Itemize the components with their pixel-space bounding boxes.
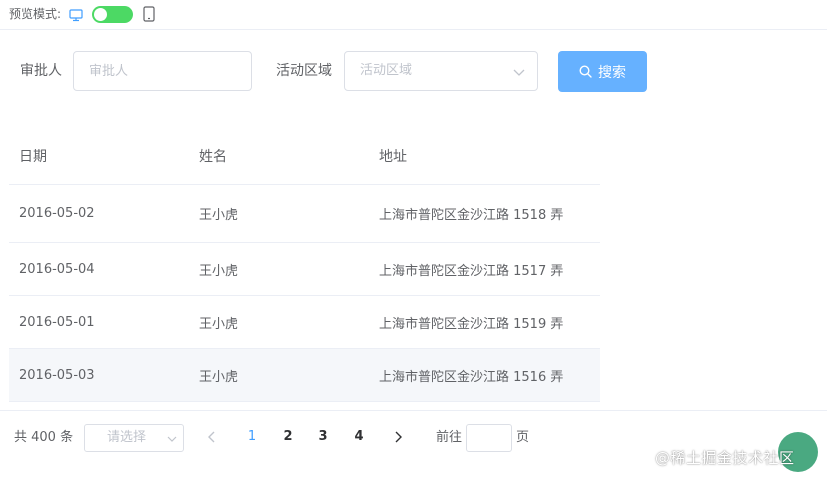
cell-address: 上海市普陀区金沙江路 1519 弄 xyxy=(379,295,600,349)
watermark: @稀土掘金技术社区 xyxy=(655,449,795,467)
page-number-4[interactable]: 4 xyxy=(349,428,369,446)
cell-address: 上海市普陀区金沙江路 1517 弄 xyxy=(379,242,600,296)
region-select-placeholder: 活动区域 xyxy=(360,63,413,78)
cell-date: 2016-05-04 xyxy=(9,242,199,296)
column-header-address: 地址 xyxy=(379,127,600,185)
table-row[interactable]: 2016-05-03 王小虎 上海市普陀区金沙江路 1516 弄 xyxy=(9,348,600,402)
data-table: 日期 姓名 地址 2016-05-02 王小虎 上海市普陀区金沙江路 1518 … xyxy=(9,127,600,402)
search-icon xyxy=(579,65,592,78)
goto-label: 前往 xyxy=(436,430,463,445)
approver-input[interactable] xyxy=(73,51,252,91)
desktop-icon[interactable] xyxy=(69,8,83,22)
page-number-1[interactable]: 1 xyxy=(242,428,262,446)
cell-address: 上海市普陀区金沙江路 1518 弄 xyxy=(379,184,600,243)
table-header-row: 日期 姓名 地址 xyxy=(9,127,600,185)
cell-name: 王小虎 xyxy=(199,348,379,402)
page-suffix-label: 页 xyxy=(516,430,530,445)
cell-name: 王小虎 xyxy=(199,242,379,296)
cell-name: 王小虎 xyxy=(199,184,379,243)
approver-label: 审批人 xyxy=(20,63,62,79)
cell-name: 王小虎 xyxy=(199,295,379,349)
page-number-3[interactable]: 3 xyxy=(313,428,333,446)
preview-bar: 预览模式: xyxy=(0,0,827,30)
cell-date: 2016-05-02 xyxy=(9,184,199,243)
cell-date: 2016-05-03 xyxy=(9,348,199,402)
table-row[interactable]: 2016-05-02 王小虎 上海市普陀区金沙江路 1518 弄 xyxy=(9,184,600,243)
cell-date: 2016-05-01 xyxy=(9,295,199,349)
table-row[interactable]: 2016-05-04 王小虎 上海市普陀区金沙江路 1517 弄 xyxy=(9,242,600,296)
preview-mode-toggle[interactable] xyxy=(92,6,133,23)
column-header-name: 姓名 xyxy=(199,127,379,185)
tablet-icon[interactable] xyxy=(143,6,155,22)
chevron-right-icon[interactable] xyxy=(390,429,406,445)
preview-mode-label: 预览模式: xyxy=(9,7,62,21)
search-button-label: 搜索 xyxy=(598,64,626,81)
pagination-total: 共 400 条 xyxy=(14,430,74,445)
cell-address: 上海市普陀区金沙江路 1516 弄 xyxy=(379,348,600,402)
region-select[interactable]: 活动区域 xyxy=(344,51,538,91)
goto-page-input[interactable] xyxy=(466,424,512,452)
pagination: 共 400 条 请选择 1 2 3 4 前往 页 xyxy=(0,410,827,484)
search-button[interactable]: 搜索 xyxy=(558,51,647,92)
column-header-date: 日期 xyxy=(9,127,199,185)
toggle-knob xyxy=(94,8,107,21)
chevron-down-icon xyxy=(513,69,525,76)
page-number-2[interactable]: 2 xyxy=(278,428,298,446)
table-row[interactable]: 2016-05-01 王小虎 上海市普陀区金沙江路 1519 弄 xyxy=(9,295,600,349)
chevron-down-icon xyxy=(167,436,177,442)
chevron-left-icon[interactable] xyxy=(204,429,220,445)
region-label: 活动区域 xyxy=(276,63,332,79)
search-button-content: 搜索 xyxy=(558,62,647,82)
page-size-select[interactable]: 请选择 xyxy=(84,424,184,452)
page-size-placeholder: 请选择 xyxy=(107,430,147,445)
